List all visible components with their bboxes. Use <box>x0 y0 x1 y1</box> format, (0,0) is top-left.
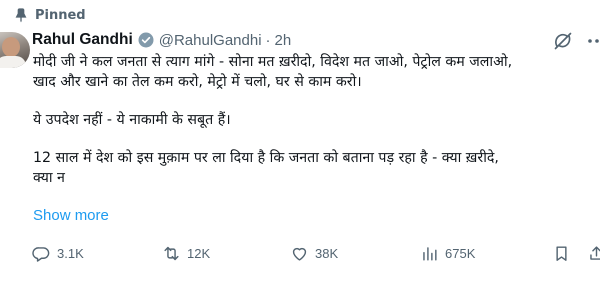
timestamp[interactable]: 2h <box>275 32 292 49</box>
pinned-label: Pinned <box>35 7 86 23</box>
tweet-line-1: मोदी जी ने कल जनता से त्याग मांगे - सोना… <box>33 54 513 70</box>
tweet-line-2: खाद और खाने का तेल कम करो, मेट्रो में चल… <box>33 74 362 90</box>
verified-badge-icon[interactable] <box>137 31 155 49</box>
repost-icon <box>164 246 179 260</box>
bookmark-button[interactable] <box>552 241 577 265</box>
avatar[interactable] <box>0 32 30 68</box>
views-count: 675K <box>445 245 476 261</box>
share-icon <box>590 245 600 260</box>
author-handle[interactable]: @RahulGandhi <box>159 32 262 49</box>
more-icon[interactable] <box>586 31 600 51</box>
repost-button[interactable]: 12K <box>162 241 210 265</box>
pinned-indicator: Pinned <box>12 5 86 25</box>
author-name[interactable]: Rahul Gandhi <box>32 31 133 49</box>
action-bar: 3.1K 12K 38K 675K <box>30 241 600 265</box>
reply-count: 3.1K <box>57 245 84 261</box>
pin-icon <box>13 7 29 23</box>
views-icon <box>423 246 437 261</box>
show-more-link[interactable]: Show more <box>33 207 109 224</box>
tweet-line-5: क्या न <box>33 170 65 186</box>
grok-icon[interactable] <box>553 31 573 51</box>
tweet[interactable]: Pinned Rahul Gandhi @RahulGandhi · 2h मो… <box>0 0 600 283</box>
repost-count: 12K <box>187 245 211 261</box>
like-button[interactable]: 38K <box>290 241 338 265</box>
reply-button[interactable]: 3.1K <box>32 241 84 265</box>
share-button[interactable] <box>587 241 600 265</box>
tweet-line-3: ये उपदेश नहीं - ये नाकामी के सबूत हैं। <box>33 112 231 128</box>
like-icon <box>292 247 307 261</box>
bookmark-icon <box>556 245 567 261</box>
like-count: 38K <box>315 245 339 261</box>
views-button[interactable]: 675K <box>420 241 475 265</box>
tweet-text: मोदी जी ने कल जनता से त्याग मांगे - सोना… <box>33 52 600 188</box>
tweet-line-4: 12 साल में देश को इस मुक़ाम पर ला दिया ह… <box>33 150 499 166</box>
separator-dot: · <box>265 31 271 49</box>
tweet-header: Rahul Gandhi @RahulGandhi · 2h <box>32 28 600 52</box>
reply-icon <box>32 246 50 262</box>
